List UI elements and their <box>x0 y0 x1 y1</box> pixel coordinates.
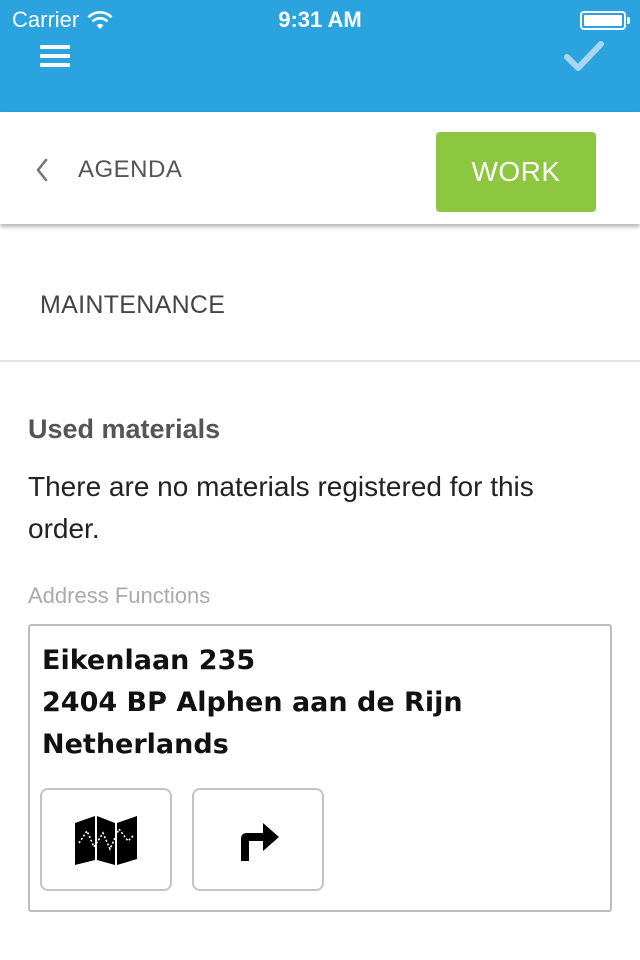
work-button[interactable]: WORK <box>436 132 596 212</box>
address-card: Eikenlaan 235 2404 BP Alphen aan de Rijn… <box>28 624 612 912</box>
back-button[interactable]: AGENDA <box>34 150 182 190</box>
chevron-left-icon <box>36 158 48 182</box>
next-section-heading-partial <box>28 950 228 960</box>
back-button-label: AGENDA <box>78 156 183 183</box>
hamburger-menu-icon[interactable] <box>38 42 72 70</box>
status-bar: Carrier 9:31 AM <box>0 0 640 40</box>
used-materials-heading: Used materials <box>28 414 221 444</box>
address-text: Eikenlaan 235 2404 BP Alphen aan de Rijn… <box>42 640 463 766</box>
checkmark-icon[interactable] <box>562 38 606 74</box>
navigation-bar: AGENDA WORK <box>0 112 640 224</box>
address-line-country: Netherlands <box>42 729 229 760</box>
directions-icon <box>241 822 279 861</box>
address-line-city: 2404 BP Alphen aan de Rijn <box>42 687 463 718</box>
address-line-street: Eikenlaan 235 <box>42 645 256 676</box>
map-icon <box>75 815 137 865</box>
section-title: MAINTENANCE <box>40 291 226 319</box>
battery-icon <box>580 11 630 30</box>
used-materials-message: There are no materials registered for th… <box>28 471 534 544</box>
directions-button[interactable] <box>192 788 324 891</box>
open-map-button[interactable] <box>40 788 172 891</box>
address-functions-label: Address Functions <box>28 583 211 608</box>
app-header: Carrier 9:31 AM <box>0 0 640 112</box>
status-time: 9:31 AM <box>278 7 362 32</box>
divider <box>0 360 640 362</box>
